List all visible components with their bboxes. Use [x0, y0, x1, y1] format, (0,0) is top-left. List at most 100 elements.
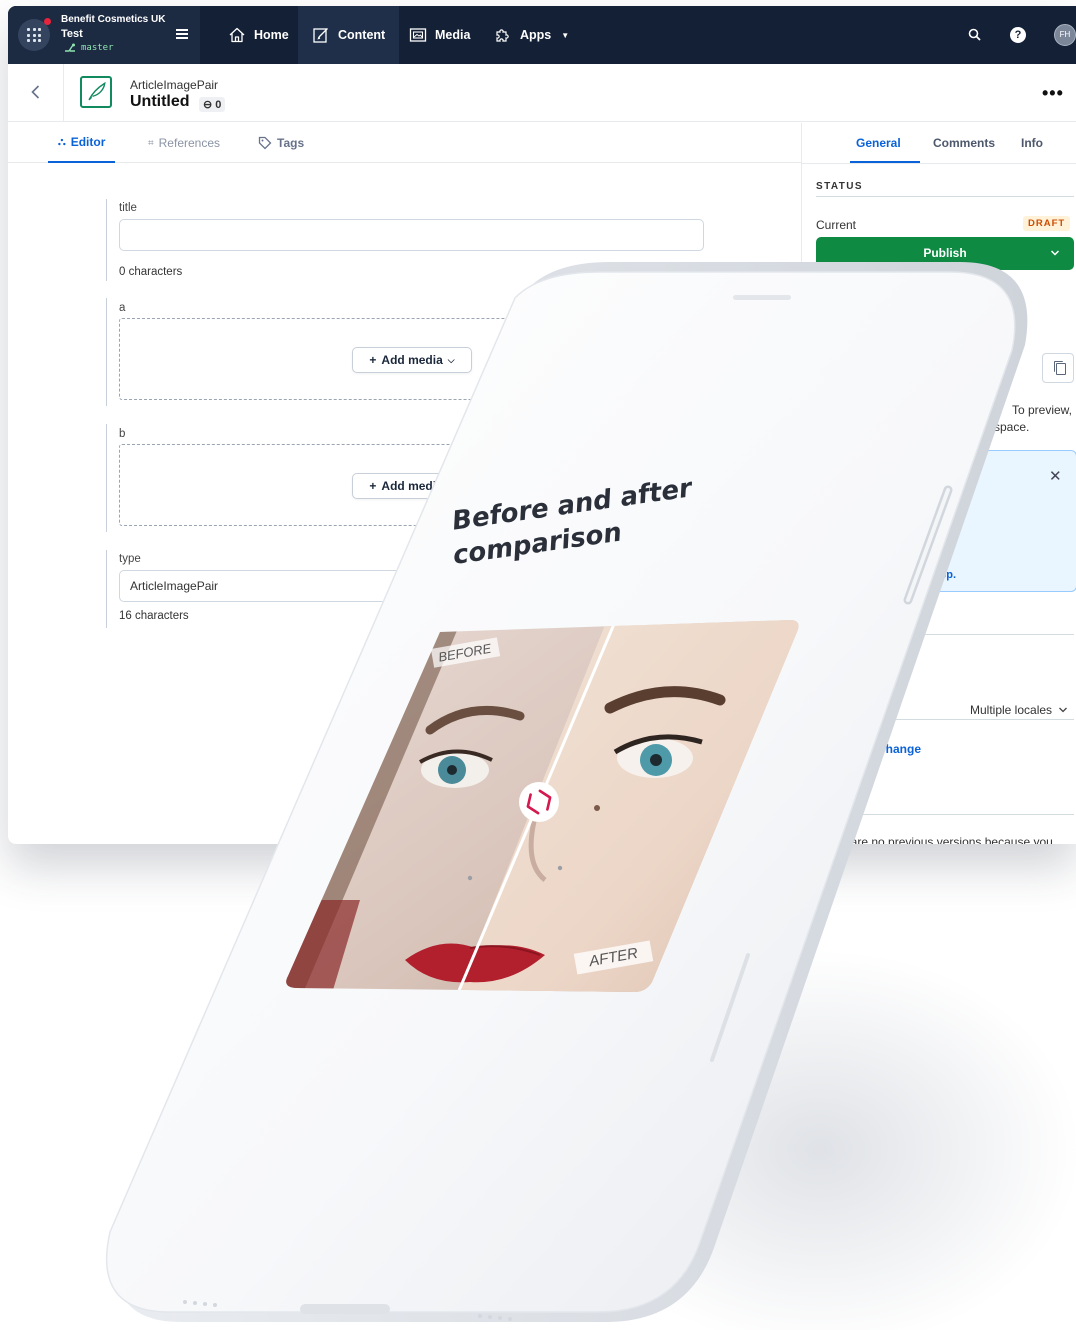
tutorial-line-3: apps or [901, 550, 1061, 567]
locales-select-value: Multiple locales [970, 703, 1053, 717]
more-actions-icon[interactable]: ••• [1042, 84, 1064, 102]
publish-button[interactable]: Publish [816, 237, 1074, 270]
add-media-button-b[interactable]: + Add media ⌵ [352, 473, 472, 499]
tutorial-line-2: alling [901, 535, 927, 547]
tab-references[interactable]: ⌗ References [138, 123, 230, 163]
preview-text-line-1: To preview, [1011, 403, 1072, 417]
entry-title: Untitled [130, 93, 190, 110]
locales-select[interactable]: Multiple locales [970, 703, 1068, 717]
notification-dot [44, 18, 51, 25]
after-label: AFTER [573, 940, 654, 975]
entry-sidebar: General Comments Info STATUS Current DRA… [801, 123, 1076, 844]
tutorial-title: torial [901, 468, 933, 483]
content-icon [313, 28, 328, 43]
apps-link[interactable]: apps [901, 552, 927, 564]
status-badge: DRAFT [1023, 216, 1071, 231]
tutorial-note: torial ✕ se the alling apps or r own app… [810, 450, 1076, 592]
translation-heading: TION [816, 704, 846, 715]
close-icon[interactable]: ✕ [1049, 467, 1062, 485]
status-heading: STATUS [816, 181, 863, 192]
copy-icon[interactable] [1042, 353, 1074, 383]
field-type-label: type [119, 553, 141, 565]
editor-tabs: ⛬ Editor ⌗ References Tags [8, 123, 801, 163]
own-app-link[interactable]: r own app. [901, 567, 1061, 584]
apps-caret-icon: ▼ [561, 30, 570, 40]
content-type-name: ArticleImagePair [130, 78, 219, 92]
tutorial-line-1: se the [901, 518, 931, 530]
title-input[interactable] [119, 219, 704, 251]
tutorial-line-3-rest: or [926, 552, 940, 564]
sidebar-tab-general[interactable]: General [856, 123, 901, 163]
search-icon[interactable] [966, 26, 984, 44]
media-dropzone-a[interactable]: + Add media ⌵ [119, 318, 704, 400]
top-navigation-bar: Benefit Cosmetics UK Test master Home Co… [8, 6, 1076, 64]
nav-media[interactable]: Media [395, 6, 484, 64]
plus-icon: + [369, 353, 377, 367]
space-switcher[interactable]: Benefit Cosmetics UK Test master [8, 6, 200, 64]
nav-apps[interactable]: Apps ▼ [480, 6, 583, 64]
add-media-label-a: Add media [381, 353, 443, 367]
field-title-label: title [119, 202, 137, 214]
field-type: type ArticleImagePair 16 characters [106, 550, 706, 628]
environment-name: master [81, 43, 114, 53]
references-count: 0 [215, 98, 222, 111]
preview-help-text: To preview, space. [922, 402, 1072, 436]
links-divider [816, 634, 1074, 635]
apps-icon [496, 29, 509, 42]
field-a: a + Add media ⌵ [106, 298, 706, 406]
chevron-down-icon: ⌵ [447, 480, 455, 491]
organization-name: Benefit Cosmetics UK [61, 14, 166, 25]
type-input[interactable]: ArticleImagePair [119, 570, 704, 602]
entry-feather-icon [80, 76, 112, 108]
versions-divider [816, 814, 1074, 815]
media-icon [409, 28, 427, 42]
nav-content-label: Content [338, 28, 386, 42]
sidebar-tab-comments[interactable]: Comments [933, 123, 995, 163]
nav-apps-label: Apps [520, 28, 552, 42]
references-badge[interactable]: ⊖ 0 [199, 97, 226, 112]
environment-indicator: master [64, 43, 114, 53]
field-title: title 0 characters Maximum 256 character… [106, 199, 706, 281]
tab-tags[interactable]: Tags [248, 123, 314, 163]
sidebar-tab-info[interactable]: Info [1021, 123, 1043, 163]
home-icon [229, 27, 245, 43]
entry-header: ArticleImagePair Untitled ⊖ 0 ••• [8, 64, 1076, 122]
chevron-down-icon [1059, 707, 1068, 713]
link-icon: ⊖ [203, 99, 213, 111]
chevron-down-icon[interactable] [1050, 248, 1060, 258]
references-tab-icon: ⌗ [148, 137, 154, 149]
title-max-chars: Maximum 256 characters [574, 266, 704, 278]
publish-label: Publish [923, 246, 967, 260]
links-text: s link to this entry. [816, 652, 912, 666]
translation-divider [816, 719, 1074, 720]
change-locale-link[interactable]: Change [877, 742, 921, 756]
versions-text: There are no previous versions because y… [816, 835, 1053, 844]
type-char-count: 16 characters [119, 610, 189, 622]
media-dropzone-b[interactable]: + Add media ⌵ [119, 444, 704, 526]
nav-content[interactable]: Content [298, 6, 400, 64]
field-b: b + Add media ⌵ [106, 424, 706, 532]
user-avatar[interactable]: FH [1054, 24, 1076, 46]
nav-media-label: Media [435, 28, 471, 42]
help-icon[interactable]: ? [1010, 27, 1026, 43]
tabs-divider [802, 163, 1076, 164]
chevron-down-icon: ⌵ [447, 354, 455, 365]
tab-editor[interactable]: ⛬ Editor [48, 123, 116, 163]
plus-icon: + [369, 479, 377, 493]
preview-text-line-2: space. [994, 420, 1030, 434]
hamburger-menu-icon[interactable] [176, 29, 188, 39]
chevron-left-icon [31, 85, 40, 99]
nav-home[interactable]: Home [214, 6, 303, 64]
add-media-button-a[interactable]: + Add media ⌵ [352, 347, 472, 373]
stage: Benefit Cosmetics UK Test master Home Co… [0, 0, 1076, 1330]
versions-heading: SIONS [816, 799, 855, 810]
tab-tags-label: Tags [277, 136, 305, 150]
tab-references-label: References [158, 136, 221, 150]
app-window: Benefit Cosmetics UK Test master Home Co… [8, 6, 1076, 844]
branch-icon [65, 43, 75, 52]
tutorial-body: se the alling apps or r own app. [901, 516, 1061, 584]
back-button[interactable] [8, 64, 64, 122]
space-name: Test [61, 28, 83, 40]
add-media-label-b: Add media [381, 479, 443, 493]
nav-home-label: Home [254, 28, 289, 42]
